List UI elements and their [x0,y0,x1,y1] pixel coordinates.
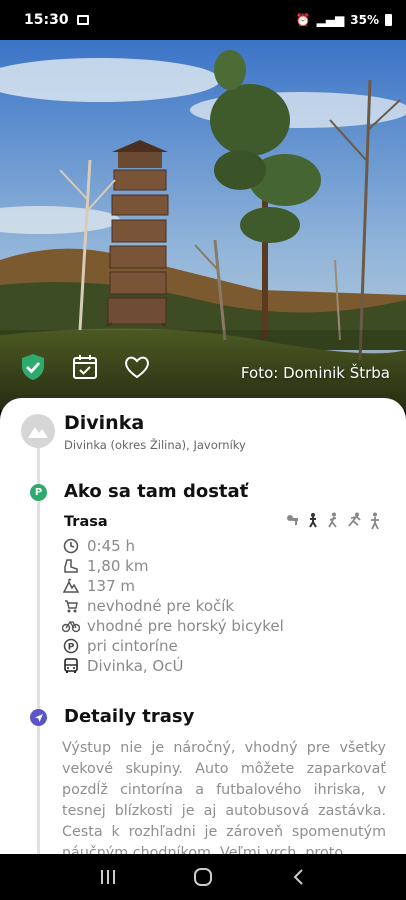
status-bar: 15:30 ⏰ ▂▄▆ 35% [0,0,406,40]
stroller-icon [62,597,80,615]
recents-icon [100,870,115,884]
route-label: Trasa [64,514,108,530]
back-button[interactable] [278,862,318,892]
signal-icon: ▂▄▆ [316,13,345,27]
navigation-dot-icon [30,709,47,726]
route-facts: 0:45 h 1,80 km 137 m nevhodné pre kočík … [62,536,284,676]
recent-apps-button[interactable] [88,862,128,892]
mountain-icon [28,427,48,438]
home-button[interactable] [183,862,223,892]
fact-bicycle: vhodné pre horský bicykel [62,616,284,636]
bicycle-icon [62,617,80,635]
run-icon [348,512,361,527]
place-title: Divinka [64,412,145,434]
child-walk-icon [309,513,317,528]
walk-icon [328,512,337,528]
battery-percent: 35% [350,13,379,27]
hero-actions [18,352,152,382]
place-avatar [21,414,55,448]
alarm-icon: ⏰ [295,13,311,27]
section-title-route-details: Detaily trasy [64,706,195,727]
fact-parking: P pri cintoríne [62,636,284,656]
calendar-check-icon [73,355,97,379]
parking-icon: P [62,637,80,655]
favorite-button[interactable] [122,352,152,382]
place-location: Divinka (okres Žilina), Javorníky [64,438,246,452]
visited-shield-button[interactable] [18,352,48,382]
route-description: Výstup nie je náročný, vhodný pre všetky… [62,740,386,854]
timeline-line [37,446,40,854]
dog-walk-icon [287,515,298,525]
gallery-notification-icon [76,15,89,25]
section-title-how-to-get: Ako sa tam dostať [64,481,249,502]
hike-icon [371,512,379,530]
detail-card: Divinka Divinka (okres Žilina), Javorník… [0,398,406,854]
svg-text:P: P [68,643,75,653]
fact-stroller: nevhodné pre kočík [62,596,284,616]
photo-credit: Foto: Dominik Štrba [240,364,390,382]
shield-check-icon [22,354,44,380]
clock-icon [62,537,80,555]
boot-icon [62,557,80,575]
fact-elevation: 137 m [62,576,284,596]
parking-dot-icon: P [30,484,47,501]
fact-duration: 0:45 h [62,536,284,556]
fact-bus: Divinka, OcÚ [62,656,284,676]
fact-distance: 1,80 km [62,556,284,576]
system-nav-bar [0,854,406,900]
back-chevron-icon [293,869,304,885]
plan-calendar-button[interactable] [70,352,100,382]
home-icon [193,868,212,886]
heart-icon [125,356,149,379]
battery-icon [385,14,392,26]
activity-icons [286,512,382,530]
status-time: 15:30 [24,12,69,28]
bus-icon [62,657,80,675]
elevation-icon [62,577,80,595]
